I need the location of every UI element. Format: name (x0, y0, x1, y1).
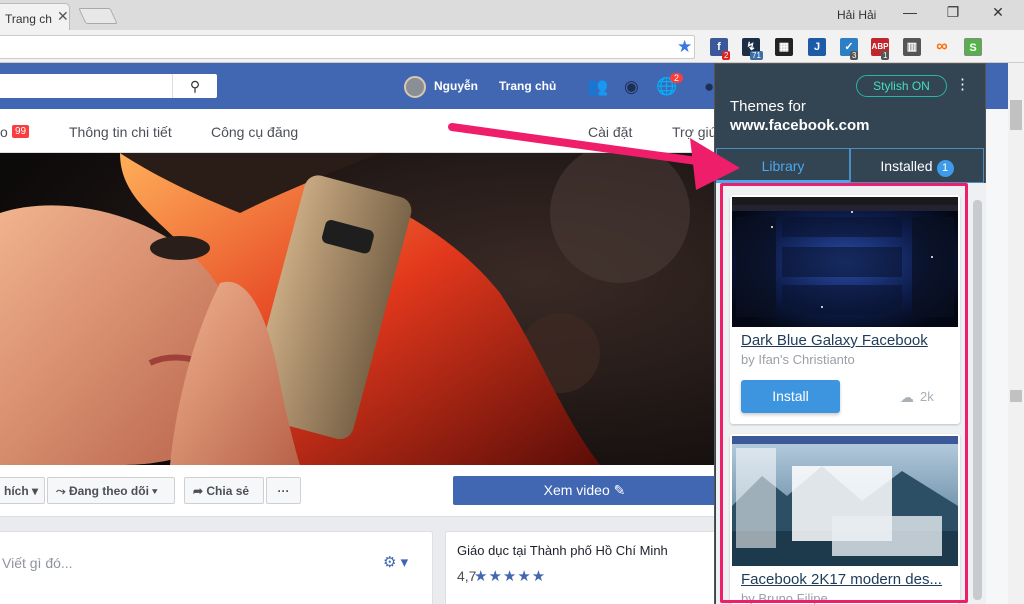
trello-icon[interactable]: ▥ (903, 38, 921, 56)
extension-badge: 1 (881, 51, 890, 60)
stylish-toggle[interactable]: Stylish ON (856, 75, 947, 97)
close-icon[interactable]: ✕ (988, 4, 1008, 21)
new-tab-button[interactable] (78, 8, 118, 24)
like-button[interactable]: hích ▾ (0, 477, 45, 504)
friends-icon[interactable]: 👥 (587, 77, 608, 97)
extension-badge: 3 (850, 51, 859, 60)
share-label: Chia sẻ (206, 484, 250, 498)
minimize-icon[interactable]: — (900, 4, 920, 20)
home-link[interactable]: Trang chủ (499, 79, 556, 93)
nav-item-help[interactable]: Trợ giú (672, 124, 716, 140)
film-icon[interactable]: ▦ (775, 38, 793, 56)
search-icon[interactable]: ⚲ (172, 74, 217, 98)
nav-item-inbox[interactable]: o (0, 124, 8, 140)
share-button[interactable]: ➦ Chia sẻ (184, 477, 264, 504)
stylish-icon[interactable]: S (964, 38, 982, 56)
j-icon[interactable]: J (808, 38, 826, 56)
infinity-icon[interactable]: ∞ (933, 38, 951, 56)
messenger-icon[interactable]: ◉ (624, 77, 639, 97)
education-title[interactable]: Giáo dục tại Thành phố Hồ Chí Minh (457, 543, 668, 558)
like-label: hích (4, 484, 29, 498)
popup-title: Themes for (730, 98, 806, 115)
more-vert-icon[interactable]: ⋮ (955, 75, 970, 93)
installed-count-badge: 1 (936, 160, 954, 177)
cover-image (0, 153, 716, 465)
notification-badge: 2 (670, 73, 684, 83)
tab-installed-label: Installed (880, 158, 933, 174)
follow-button[interactable]: ⤳ Đang theo dõi ▾ (47, 477, 175, 504)
profile-link[interactable]: Nguyễn (434, 79, 478, 93)
inbox-badge: 99 (12, 125, 30, 138)
popup-domain: www.facebook.com (730, 117, 870, 134)
tab-installed[interactable]: Installed 1 (850, 148, 984, 183)
more-button[interactable]: ··· (266, 477, 301, 504)
tab-library[interactable]: Library (716, 148, 850, 183)
tab-close-icon[interactable]: ✕ (57, 8, 69, 25)
pencil-icon: ✎ (613, 482, 626, 498)
tab-title: Trang ch (5, 12, 52, 26)
nav-item-publishing-tools[interactable]: Công cụ đăng (211, 124, 298, 140)
watch-video-button[interactable]: Xem video ✎ (453, 476, 716, 505)
rss-icon: ⤳ (56, 484, 69, 498)
extension-badge: 71 (750, 51, 763, 60)
highlight-box (720, 183, 968, 603)
page-scrollbar[interactable] (1008, 63, 1024, 604)
share-icon: ➦ (193, 484, 207, 498)
avatar[interactable] (404, 76, 426, 98)
cover-video[interactable] (0, 153, 716, 465)
extension-badge: 2 (722, 51, 731, 60)
settings-gear-icon[interactable]: ⚙ ▾ (383, 553, 408, 571)
bookmark-star-icon[interactable]: ★ (677, 37, 692, 57)
follow-label: Đang theo dõi (68, 484, 149, 498)
composer-input[interactable]: Viết gì đó... (2, 555, 73, 571)
scrollbar-thumb-lower[interactable] (1010, 390, 1022, 402)
help-icon[interactable]: ● (704, 77, 714, 97)
watch-video-label: Xem video (543, 482, 610, 498)
nav-item-settings[interactable]: Cài đặt (588, 124, 632, 140)
rating-stars: ★★★★★ (474, 568, 547, 585)
address-input[interactable] (0, 35, 695, 59)
profile-name[interactable]: Hải Hải (837, 8, 876, 22)
popup-scrollbar[interactable] (973, 200, 982, 600)
scrollbar-thumb[interactable] (1010, 100, 1022, 130)
nav-item-insights[interactable]: Thông tin chi tiết (69, 124, 172, 140)
restore-icon[interactable]: ❐ (943, 4, 963, 21)
